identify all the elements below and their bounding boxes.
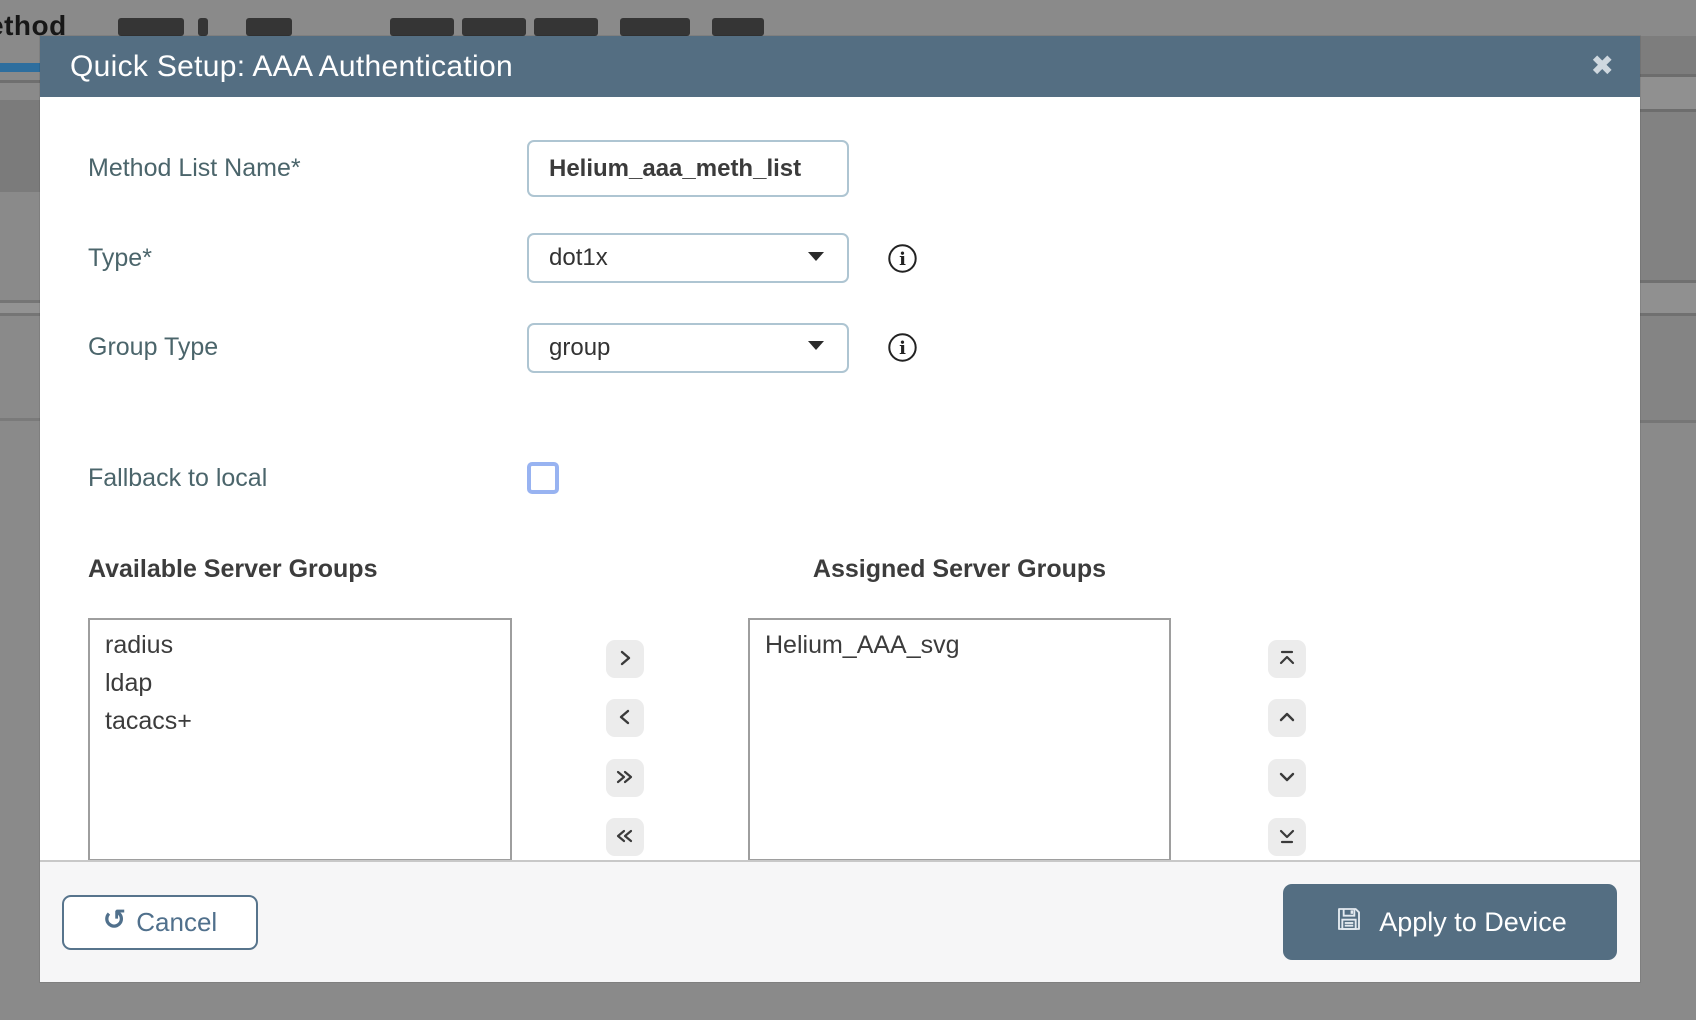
fallback-checkbox[interactable] xyxy=(527,462,559,494)
method-list-name-input[interactable] xyxy=(527,140,849,197)
list-item[interactable]: tacacs+ xyxy=(90,702,510,740)
dialog-body: Method List Name* Type* dot1x i xyxy=(40,97,1640,860)
type-row: Type* dot1x i xyxy=(88,233,1592,283)
screen: ethod Quick Setup: AAA Authentication ✖ … xyxy=(0,0,1696,1020)
method-list-name-label: Method List Name* xyxy=(88,154,527,183)
cancel-button-label: Cancel xyxy=(136,907,217,938)
apply-to-device-button[interactable]: Apply to Device xyxy=(1283,884,1617,960)
apply-button-label: Apply to Device xyxy=(1379,907,1567,938)
method-list-name-row: Method List Name* xyxy=(88,140,1592,197)
quick-setup-aaa-dialog: Quick Setup: AAA Authentication ✖ Method… xyxy=(40,36,1640,982)
available-groups-heading: Available Server Groups xyxy=(88,555,377,584)
dialog-title: Quick Setup: AAA Authentication xyxy=(40,50,513,84)
dialog-header: Quick Setup: AAA Authentication ✖ xyxy=(40,36,1640,97)
chevron-down-bar-icon xyxy=(1277,826,1297,849)
move-down-button[interactable] xyxy=(1268,759,1306,797)
cancel-button[interactable]: ↺ Cancel xyxy=(62,895,258,950)
list-item[interactable]: radius xyxy=(90,626,510,664)
chevron-up-bar-icon xyxy=(1277,648,1297,671)
move-all-left-button[interactable] xyxy=(606,818,644,856)
list-item[interactable]: Helium_AAA_svg xyxy=(750,626,1169,664)
dialog-footer: ↺ Cancel Apply to Device xyxy=(40,860,1640,982)
move-to-top-button[interactable] xyxy=(1268,640,1306,678)
svg-text:i: i xyxy=(899,338,906,359)
fallback-row: Fallback to local xyxy=(88,461,1592,495)
assigned-groups-listbox[interactable]: Helium_AAA_svg xyxy=(748,618,1171,861)
group-type-row: Group Type group i xyxy=(88,322,1592,373)
assigned-groups-heading: Assigned Server Groups xyxy=(748,555,1171,584)
chevron-down-icon xyxy=(805,337,827,358)
move-up-button[interactable] xyxy=(1268,699,1306,737)
svg-text:i: i xyxy=(899,249,906,270)
fallback-label: Fallback to local xyxy=(88,464,527,493)
group-type-select-value: group xyxy=(549,334,610,362)
type-select[interactable]: dot1x xyxy=(527,233,849,283)
type-label: Type* xyxy=(88,244,527,273)
type-select-value: dot1x xyxy=(549,244,608,272)
group-type-select[interactable]: group xyxy=(527,323,849,373)
type-info-icon[interactable]: i xyxy=(887,243,918,274)
group-type-label: Group Type xyxy=(88,333,527,362)
save-icon xyxy=(1333,903,1365,942)
list-item[interactable]: ldap xyxy=(90,664,510,702)
available-groups-listbox[interactable]: radiusldaptacacs+ xyxy=(88,618,512,861)
chevron-left-icon xyxy=(615,707,635,730)
chevron-down-icon xyxy=(805,248,827,269)
move-right-button[interactable] xyxy=(606,640,644,678)
double-chevron-left-icon xyxy=(614,826,636,849)
undo-icon: ↺ xyxy=(103,906,126,934)
double-chevron-right-icon xyxy=(614,767,636,790)
group-type-info-icon[interactable]: i xyxy=(887,332,918,363)
move-left-button[interactable] xyxy=(606,699,644,737)
chevron-down-icon xyxy=(1277,767,1297,790)
move-all-right-button[interactable] xyxy=(606,759,644,797)
chevron-right-icon xyxy=(615,648,635,671)
move-to-bottom-button[interactable] xyxy=(1268,818,1306,856)
close-icon[interactable]: ✖ xyxy=(1591,50,1614,82)
chevron-up-icon xyxy=(1277,707,1297,730)
